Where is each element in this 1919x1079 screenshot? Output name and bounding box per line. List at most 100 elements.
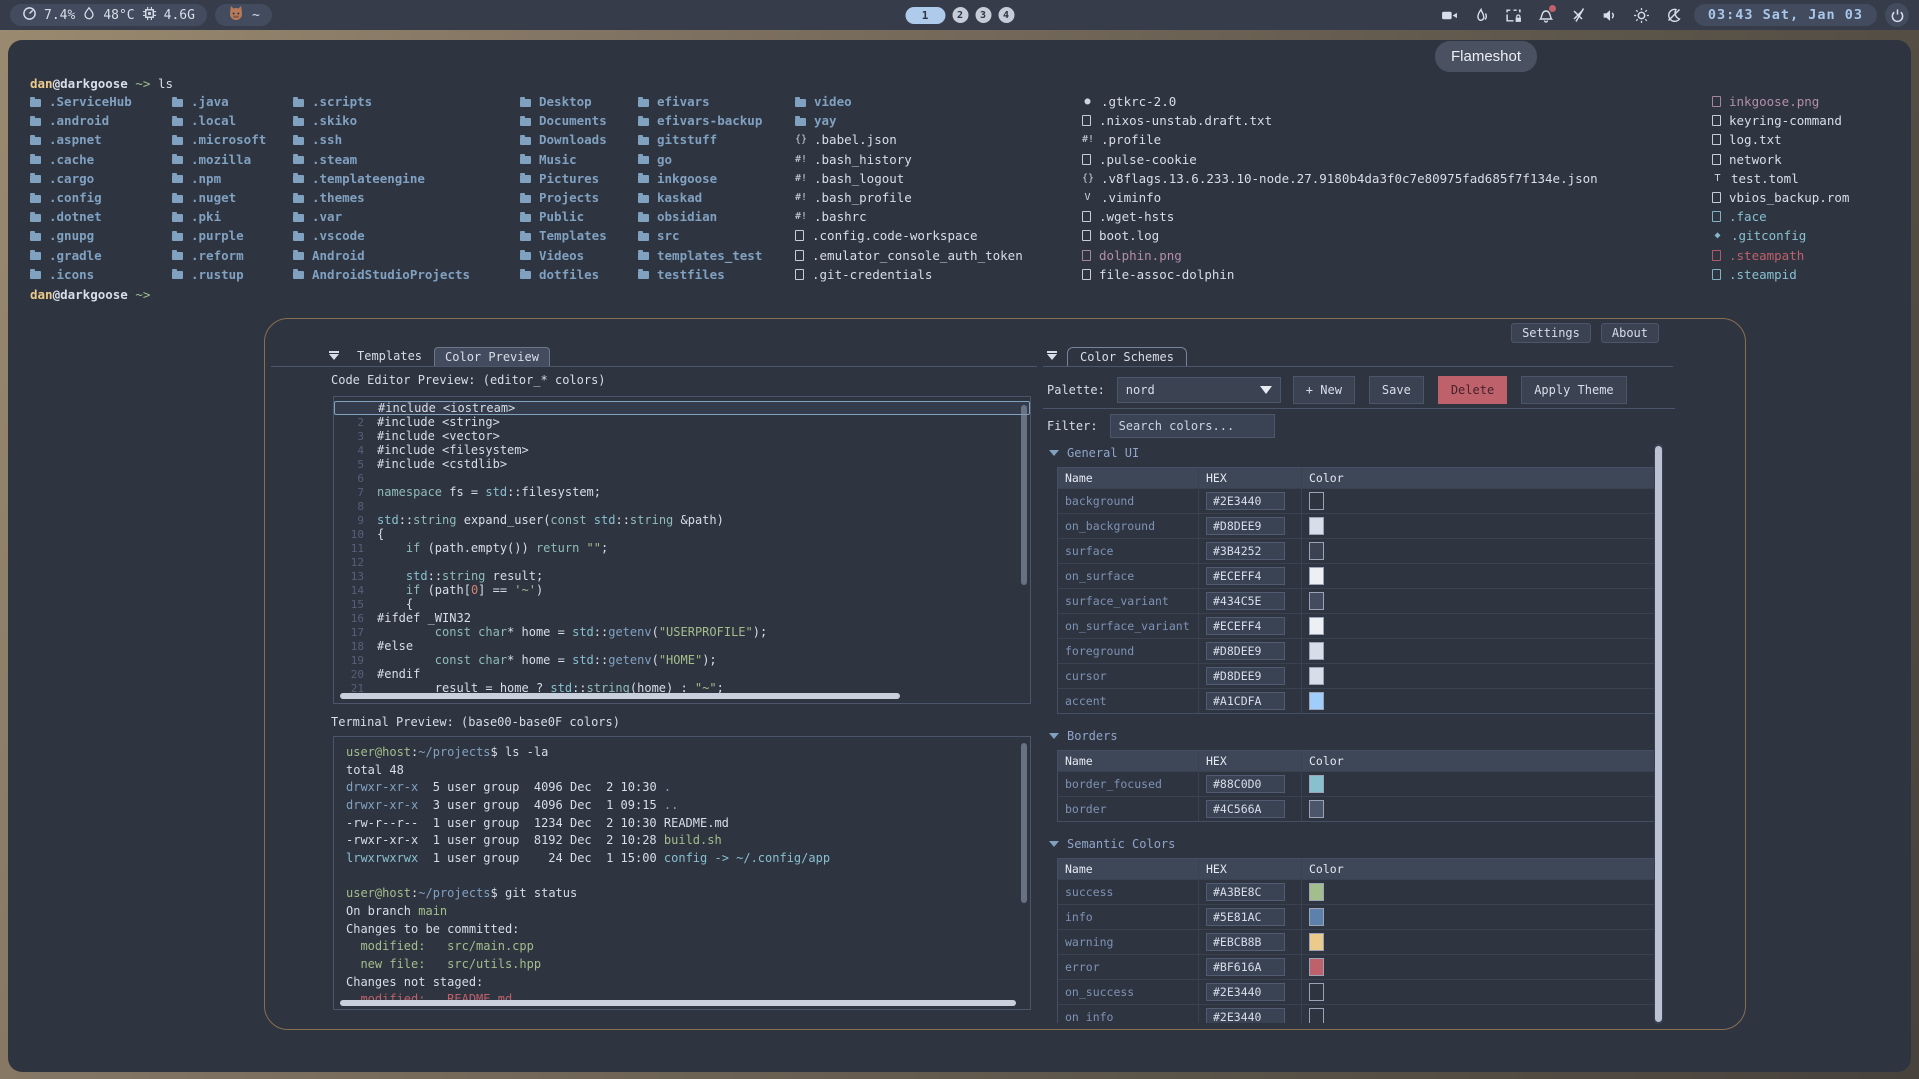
new-button[interactable]: + New [1293,376,1355,404]
hex-input[interactable]: #5E81AC [1206,908,1285,926]
colors-scrollbar-thumb[interactable] [1655,446,1662,1022]
collapse-arrow-icon[interactable] [1047,354,1057,360]
color-name: warning [1058,930,1198,954]
entry-label: .aspnet [49,132,102,147]
file-entry: .face [1712,207,1849,226]
flameshot-icon[interactable] [1470,3,1494,27]
color-swatch[interactable] [1309,883,1324,901]
volume-icon[interactable] [1598,3,1622,27]
file-entry: #!.bash_history [795,150,1023,169]
dir-entry: src [638,226,762,245]
swatch-cell [1301,689,1655,713]
workspace-3[interactable]: 3 [975,7,991,23]
hex-input[interactable]: #4C566A [1206,800,1285,818]
text-segment: char [478,653,507,667]
hex-input[interactable]: #D8DEE9 [1206,517,1285,535]
hex-input[interactable]: #2E3440 [1206,1008,1285,1023]
shell-prompt[interactable]: dan@darkgoose ~> [30,287,150,302]
color-swatch[interactable] [1309,1008,1324,1023]
editor-h-scrollbar[interactable] [340,693,900,699]
hex-cell: #A3BE8C [1198,880,1301,904]
hex-input[interactable]: #D8DEE9 [1206,667,1285,685]
hex-input[interactable]: #A1CDFA [1206,692,1285,710]
chevron-down-icon [1049,450,1059,456]
apply-theme-button[interactable]: Apply Theme [1521,376,1626,404]
color-swatch[interactable] [1309,642,1324,660]
notifications-icon[interactable] [1534,3,1558,27]
hex-input[interactable]: #EBCB8B [1206,933,1285,951]
color-swatch[interactable] [1309,983,1324,1001]
palette-select[interactable]: nord [1117,377,1281,403]
hex-input[interactable]: #88C0D0 [1206,775,1285,793]
input-disabled-icon[interactable] [1566,3,1590,27]
column-header: Name [1058,751,1198,771]
editor-v-scrollbar[interactable] [1021,405,1027,585]
tab-color-preview[interactable]: Color Preview [434,347,550,366]
clock[interactable]: 03:43 Sat, Jan 03 [1694,4,1877,26]
screen-record-icon[interactable] [1438,3,1462,27]
night-light-off-icon[interactable] [1662,3,1686,27]
text-segment: -rwxr-xr-x 1 user group 8192 Dec 2 10:28 [346,833,664,847]
color-swatch[interactable] [1309,958,1324,976]
hex-input[interactable]: #2E3440 [1206,492,1285,510]
file-icon [795,250,804,261]
workspace-2[interactable]: 2 [952,7,968,23]
tab-templates[interactable]: Templates [347,347,432,366]
hex-cell: #ECEFF4 [1198,614,1301,638]
hex-input[interactable]: #D8DEE9 [1206,642,1285,660]
entry-label: .steam [312,152,357,167]
workspace-4[interactable]: 4 [998,7,1014,23]
file-entry: file-assoc-dolphin [1082,265,1598,284]
color-swatch[interactable] [1309,517,1324,535]
save-button[interactable]: Save [1369,376,1424,404]
table-header-row: NameHEXColor [1058,468,1655,488]
terminal-h-scrollbar[interactable] [340,1000,1016,1006]
color-swatch[interactable] [1309,692,1324,710]
section-header[interactable]: Borders [1049,728,1669,744]
text-segment: string [630,513,673,527]
hex-input[interactable]: #ECEFF4 [1206,567,1285,585]
delete-button[interactable]: Delete [1438,376,1507,404]
text-segment: @darkgoose [53,76,128,91]
color-swatch[interactable] [1309,775,1324,793]
screenshot-area-icon[interactable] [1502,3,1526,27]
section-header[interactable]: General UI [1049,445,1669,461]
section-header[interactable]: Semantic Colors [1049,836,1669,852]
text-segment: char [478,625,507,639]
color-swatch[interactable] [1309,592,1324,610]
collapse-arrow-icon[interactable] [329,354,339,360]
color-swatch[interactable] [1309,667,1324,685]
terminal-v-scrollbar[interactable] [1021,743,1027,903]
hex-input[interactable]: #2E3440 [1206,983,1285,1001]
color-swatch[interactable] [1309,617,1324,635]
color-name: success [1058,880,1198,904]
color-swatch[interactable] [1309,542,1324,560]
color-search-input[interactable]: Search colors... [1110,414,1275,438]
hex-input[interactable]: #3B4252 [1206,542,1285,560]
tab-color-schemes[interactable]: Color Schemes [1067,347,1187,366]
color-swatch[interactable] [1309,908,1324,926]
file-icon [795,230,804,241]
hex-input[interactable]: #434C5E [1206,592,1285,610]
text-segment [377,583,406,597]
brightness-icon[interactable] [1630,3,1654,27]
folder-icon [30,156,41,164]
line-number: 9 [334,514,364,527]
dir-entry: .android [30,111,132,130]
color-row: cursor#D8DEE9 [1058,663,1655,688]
terminal-launcher-pill[interactable]: ~ [215,4,272,26]
power-icon[interactable] [1885,3,1909,27]
color-swatch[interactable] [1309,933,1324,951]
hex-input[interactable]: #A3BE8C [1206,883,1285,901]
dir-entry: .templateengine [293,169,470,188]
colors-scrollbar-track[interactable] [1654,444,1663,1024]
hex-input[interactable]: #ECEFF4 [1206,617,1285,635]
file-entry: #!.bash_logout [795,169,1023,188]
code-line: 6 [334,471,1030,485]
color-swatch[interactable] [1309,567,1324,585]
color-swatch[interactable] [1309,492,1324,510]
workspace-1[interactable]: 1 [905,7,945,24]
color-swatch[interactable] [1309,800,1324,818]
entry-label: file-assoc-dolphin [1099,267,1234,282]
hex-input[interactable]: #BF616A [1206,958,1285,976]
